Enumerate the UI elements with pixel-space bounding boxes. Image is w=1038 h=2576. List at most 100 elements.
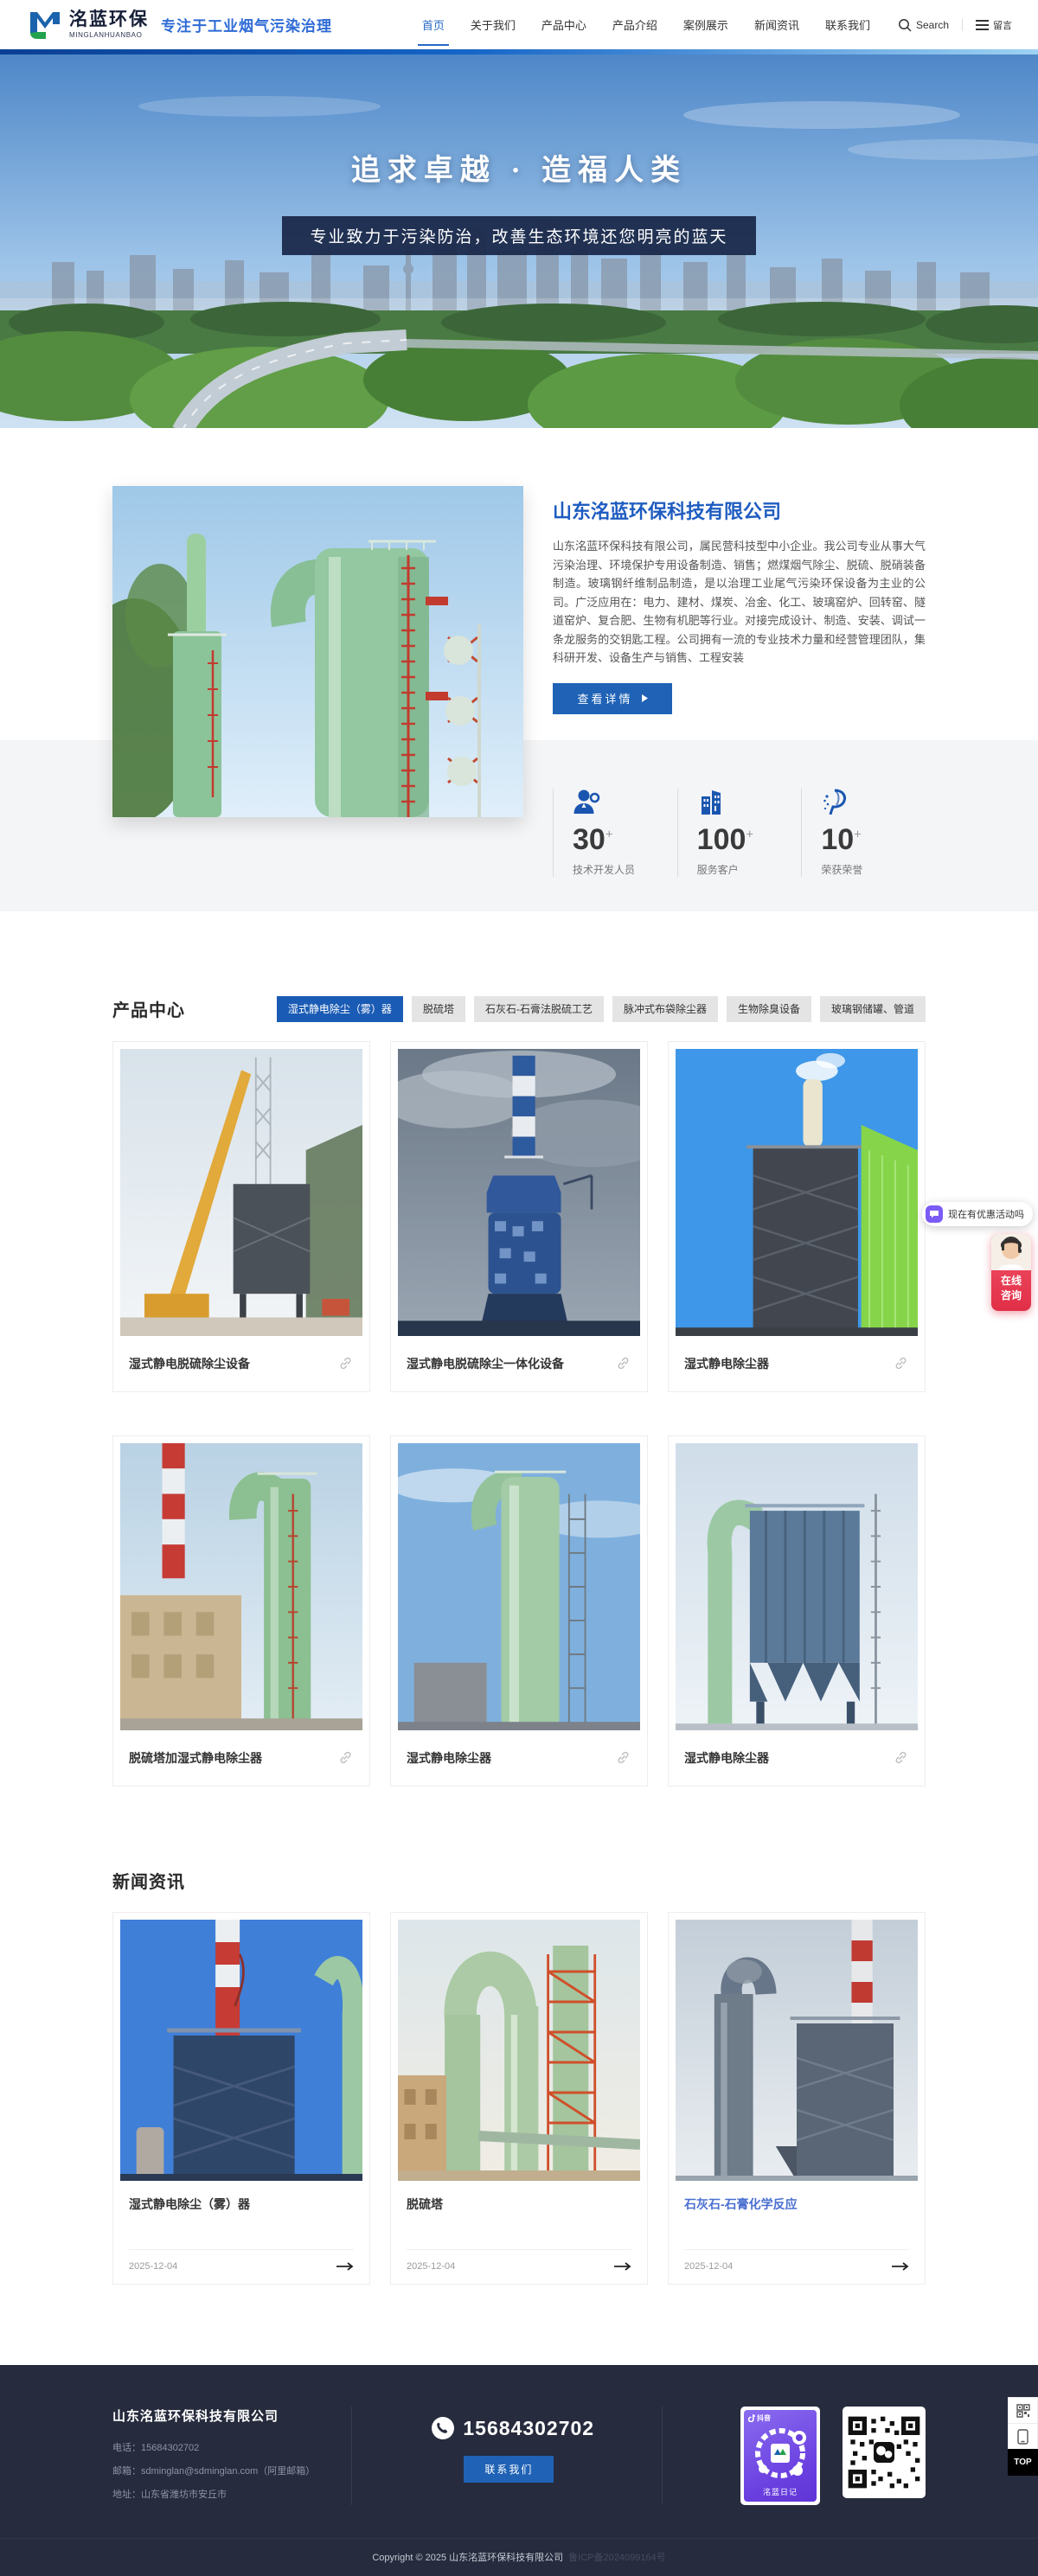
icp-number[interactable]: 鲁ICP备2024099164号 (568, 2550, 666, 2564)
news-card[interactable]: 湿式静电除尘（雾）器 2025-12-04 (112, 1912, 370, 2285)
logo[interactable]: 洺蓝环保 MINGLANHUANBAO 专注于工业烟气污染治理 (28, 10, 332, 41)
stat-value: 30 (573, 823, 606, 856)
wechat-qr-card (843, 2407, 926, 2498)
stat-value: 10 (821, 823, 854, 856)
products-section-title: 产品中心 (112, 996, 185, 1021)
play-arrow-icon (642, 694, 648, 702)
product-title: 湿式静电除尘器 (684, 1355, 769, 1372)
arrow-right-icon (336, 2262, 354, 2271)
news-title-highlighted: 石灰石-石膏化学反应 (684, 2196, 909, 2213)
copyright-text: Copyright © 2025 山东洺蓝环保科技有限公司 (372, 2550, 563, 2564)
product-image-blue-collector (676, 1443, 918, 1730)
product-card[interactable]: 湿式静电脱硫除尘设备 (112, 1041, 370, 1392)
mobile-tool-button[interactable] (1008, 2423, 1038, 2449)
nav-item-home[interactable]: 首页 (422, 11, 445, 38)
product-card[interactable]: 脱硫塔加湿式静电除尘器 (112, 1435, 370, 1787)
logo-cn: 洺蓝环保 (69, 10, 149, 29)
building-icon (697, 789, 802, 815)
news-date: 2025-12-04 (684, 2261, 733, 2272)
footer-address-line: 地址：山东省潍坊市安丘市 (112, 2487, 351, 2501)
agent-avatar (991, 1234, 1031, 1270)
site-footer: 山东洺蓝环保科技有限公司 电话：15684302702 邮箱：sdminglan… (0, 2365, 1038, 2576)
product-title: 湿式静电除尘器 (684, 1749, 769, 1767)
product-card[interactable]: 湿式静电脱硫除尘一体化设备 (390, 1041, 648, 1392)
tab-pulse-bag-filter[interactable]: 脉冲式布袋除尘器 (612, 996, 718, 1022)
tab-frp-tank-pipe[interactable]: 玻璃钢储罐、管道 (820, 996, 926, 1022)
news-date: 2025-12-04 (129, 2261, 177, 2272)
qr-code-icon (1016, 2404, 1030, 2418)
search-icon (898, 18, 912, 32)
product-image-green-frp-tower (398, 1443, 640, 1730)
logo-en: MINGLANHUANBAO (69, 31, 149, 39)
nav-item-product-center[interactable]: 产品中心 (541, 11, 586, 38)
product-image-blue-striped-stack (398, 1049, 640, 1336)
nav-item-news[interactable]: 新闻资讯 (754, 11, 799, 38)
chat-bubble-text: 现在有优惠活动吗 (948, 1207, 1024, 1221)
news-image-gray-towers-striped-stack (676, 1920, 918, 2181)
product-title: 湿式静电除尘器 (407, 1749, 491, 1767)
product-title: 脱硫塔加湿式静电除尘器 (129, 1749, 262, 1767)
footer-hotline: 15684302702 (463, 2417, 594, 2440)
douyin-qr-card: 抖音 洺蓝日记 (740, 2407, 820, 2505)
link-icon (337, 1355, 354, 1371)
search-button[interactable]: Search (898, 18, 949, 32)
product-title: 湿式静电脱硫除尘设备 (129, 1355, 250, 1372)
message-button[interactable]: 留言 (976, 18, 1012, 32)
products-section: 产品中心 湿式静电除尘（雾）器 脱硫塔 石灰石-石膏法脱硫工艺 脉冲式布袋除尘器… (112, 911, 926, 1787)
news-image-red-white-chimney-esp (120, 1920, 362, 2181)
tab-bio-deodorization[interactable]: 生物除臭设备 (727, 996, 811, 1022)
link-icon (615, 1749, 631, 1766)
nav-item-product-intro[interactable]: 产品介绍 (612, 11, 657, 38)
stat-label: 服务客户 (697, 862, 802, 877)
company-photo-green-towers (112, 486, 523, 817)
tab-wet-esp[interactable]: 湿式静电除尘（雾）器 (277, 996, 403, 1022)
news-title: 湿式静电除尘（雾）器 (129, 2196, 354, 2213)
news-section: 新闻资讯 湿式静电除尘（雾）器 2025-12 (112, 1787, 926, 2285)
arrow-right-icon (614, 2262, 631, 2271)
nav-item-about[interactable]: 关于我们 (471, 11, 516, 38)
stat-plus: + (606, 827, 613, 841)
stat-plus: + (746, 827, 753, 841)
nav-item-cases[interactable]: 案例展示 (683, 11, 728, 38)
douyin-label: 抖音 (757, 2413, 771, 2423)
product-card[interactable]: 湿式静电除尘器 (668, 1435, 926, 1787)
tab-desulfurization-tower[interactable]: 脱硫塔 (412, 996, 465, 1022)
product-grid: 湿式静电脱硫除尘设备 (112, 1041, 926, 1787)
footer-divider (351, 2407, 352, 2505)
product-card[interactable]: 湿式静电除尘器 (390, 1435, 648, 1787)
about-company-description: 山东洺蓝环保科技有限公司，属民营科技型中小企业。我公司专业从事大气污染治理、环境… (553, 537, 926, 668)
hero-title: 追求卓越 · 造福人类 (0, 146, 1038, 189)
stat-honors: 10+ 荣获荣誉 (801, 789, 926, 877)
chat-widget: 现在有优惠活动吗 在线咨询 (860, 1202, 1033, 1311)
tab-limestone-gypsum[interactable]: 石灰石-石膏法脱硫工艺 (474, 996, 604, 1022)
site-header: 洺蓝环保 MINGLANHUANBAO 专注于工业烟气污染治理 首页 关于我们 … (0, 0, 1038, 49)
link-icon (893, 1749, 909, 1766)
product-image-green-stack-red-chimney (120, 1443, 362, 1730)
news-card[interactable]: 石灰石-石膏化学反应 2025-12-04 (668, 1912, 926, 2285)
footer-divider (662, 2407, 663, 2505)
stat-tech-staff: 30+ 技术开发人员 (553, 789, 677, 877)
about-section: 山东洺蓝环保科技有限公司 山东洺蓝环保科技有限公司，属民营科技型中小企业。我公司… (0, 428, 1038, 911)
contact-us-button[interactable]: 联系我们 (464, 2456, 554, 2483)
logo-m-icon (28, 10, 62, 41)
back-to-top-button[interactable]: TOP (1008, 2449, 1038, 2476)
hero-subtitle: 专业致力于污染防治，改善生态环境还您明亮的蓝天 (282, 216, 755, 255)
logo-tagline: 专注于工业烟气污染治理 (161, 14, 332, 35)
qr-code-tool-button[interactable] (1008, 2397, 1038, 2423)
stat-label: 技术开发人员 (573, 862, 677, 877)
online-consult-button[interactable]: 在线咨询 (991, 1234, 1031, 1311)
nav-divider (962, 19, 963, 31)
link-icon (893, 1355, 909, 1371)
stat-clients: 100+ 服务客户 (677, 789, 802, 877)
stat-plus: + (854, 827, 862, 841)
about-company-title: 山东洺蓝环保科技有限公司 (553, 496, 926, 524)
news-card[interactable]: 脱硫塔 2025-12-04 (390, 1912, 648, 2285)
arrow-right-icon (892, 2262, 909, 2271)
view-details-button[interactable]: 查看详情 (553, 683, 672, 714)
news-date: 2025-12-04 (407, 2261, 455, 2272)
person-icon (573, 789, 677, 815)
footer-company-name: 山东洺蓝环保科技有限公司 (112, 2407, 351, 2425)
nav-item-contact[interactable]: 联系我们 (825, 11, 870, 38)
douyin-caption: 洺蓝日记 (744, 2486, 817, 2497)
chat-bubble[interactable]: 现在有优惠活动吗 (922, 1202, 1033, 1226)
